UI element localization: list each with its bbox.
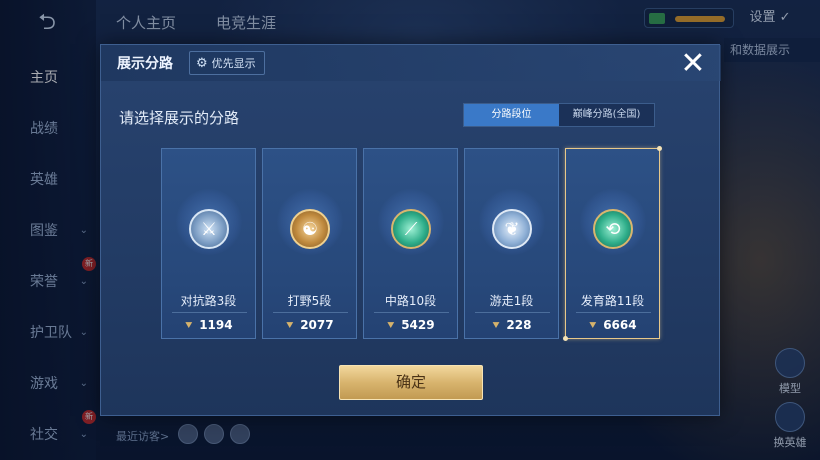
lane-score-value: 5429 [401, 318, 435, 332]
corner-spark [657, 146, 662, 151]
rank-arrow-icon: ⯆ [386, 319, 396, 332]
lane-display-dialog: 展示分路 ⚙ 优先显示 ✕ 请选择展示的分路 分路段位 巅峰分路(全国) ⚔ 对抗… [100, 44, 721, 416]
lane-score-value: 2077 [300, 318, 334, 332]
lane-score-value: 228 [506, 318, 532, 332]
corner-spark [563, 336, 568, 341]
lane-card-list: ⚔ 对抗路3段 ⯆ 1194 ☯ 打野5段 ⯆ 2077 ⟋ 中路10段 ⯆ 5429 ❦ 游走1段 ⯆ 22… [161, 146, 662, 341]
tab-peak-lane-national[interactable]: 巅峰分路(全国) [559, 104, 654, 126]
rank-arrow-icon: ⯆ [491, 319, 501, 332]
segment-control: 分路段位 巅峰分路(全国) [463, 103, 655, 127]
dialog-title: 展示分路 [117, 56, 173, 72]
lane-score-value: 6664 [603, 318, 637, 332]
divider [273, 312, 348, 313]
bow-icon: ⟲ [593, 209, 633, 249]
staff-icon: ⟋ [391, 209, 431, 249]
lane-rank: 发育路11段 [580, 294, 645, 308]
lane-card[interactable]: ⟲ 发育路11段 ⯆ 6664 [563, 146, 662, 341]
tab-lane-rank[interactable]: 分路段位 [464, 104, 559, 126]
lane-card[interactable]: ⟋ 中路10段 ⯆ 5429 [363, 148, 458, 339]
priority-display-button[interactable]: ⚙ 优先显示 [189, 51, 265, 75]
dragon-icon: ☯ [290, 209, 330, 249]
divider [374, 312, 449, 313]
divider [172, 312, 247, 313]
lane-card[interactable]: ❦ 游走1段 ⯆ 228 [464, 148, 559, 339]
rank-arrow-icon: ⯆ [588, 319, 598, 332]
lane-score: ⯆ 228 [465, 318, 558, 333]
rank-arrow-icon: ⯆ [184, 319, 194, 332]
dialog-subtitle: 请选择展示的分路 [119, 109, 240, 127]
lane-rank: 游走1段 [489, 294, 534, 308]
lane-score: ⯆ 6664 [566, 318, 659, 333]
lane-score-value: 1194 [199, 318, 233, 332]
sword-shield-icon: ⚔ [189, 209, 229, 249]
close-icon[interactable]: ✕ [677, 49, 709, 81]
divider [576, 312, 651, 313]
confirm-button[interactable]: 确定 [339, 365, 483, 400]
lane-score: ⯆ 2077 [263, 318, 356, 333]
divider [475, 312, 550, 313]
priority-display-label: 优先显示 [211, 57, 256, 70]
wings-icon: ❦ [492, 209, 532, 249]
lane-card[interactable]: ⚔ 对抗路3段 ⯆ 1194 [161, 148, 256, 339]
lane-score: ⯆ 5429 [364, 318, 457, 333]
gear-icon: ⚙ [196, 55, 208, 71]
lane-rank: 对抗路3段 [180, 294, 237, 308]
lane-score: ⯆ 1194 [162, 318, 255, 333]
lane-card[interactable]: ☯ 打野5段 ⯆ 2077 [262, 148, 357, 339]
rank-arrow-icon: ⯆ [285, 319, 295, 332]
lane-rank: 打野5段 [287, 294, 332, 308]
lane-rank: 中路10段 [384, 294, 437, 308]
